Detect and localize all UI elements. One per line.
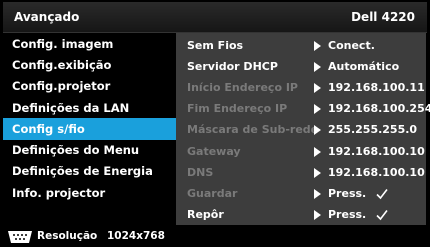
menu-item-definicoes-lan[interactable]: Definições da LAN <box>3 97 176 119</box>
setting-value: 192.168.100.254 <box>328 102 430 115</box>
checkmark-icon <box>376 210 388 221</box>
arrow-right-icon <box>314 189 321 199</box>
arrow-right-icon <box>314 147 321 157</box>
setting-label: Início Endereço IP <box>187 81 298 94</box>
menu-item-definicoes-energia[interactable]: Definições de Energia <box>3 160 176 182</box>
setting-label: Máscara de Sub-rede <box>187 123 319 136</box>
setting-value: 192.168.100.11 <box>328 81 425 94</box>
main-menu: Config. imagem Config.exibição Config.pr… <box>3 33 176 225</box>
setting-value: Automático <box>328 60 400 73</box>
setting-dns: DNS 192.168.100.10 <box>176 162 426 184</box>
setting-label: Gateway <box>187 145 241 158</box>
setting-value: Conect. <box>328 39 375 52</box>
setting-gateway: Gateway 192.168.100.10 <box>176 141 426 163</box>
arrow-right-icon <box>314 41 321 51</box>
menu-item-config-projetor[interactable]: Config.projetor <box>3 75 176 97</box>
setting-value: Press. <box>328 187 367 200</box>
vga-connector-icon <box>8 231 32 243</box>
setting-label: Fim Endereço IP <box>187 102 288 115</box>
projector-osd: Avançado Dell 4220 Config. imagem Config… <box>0 0 430 247</box>
setting-label: Repôr <box>187 208 224 221</box>
arrow-right-icon <box>314 210 321 220</box>
settings-panel: Sem Fios Conect. Servidor DHCP Automátic… <box>176 33 430 226</box>
setting-sem-fios[interactable]: Sem Fios Conect. <box>176 35 426 57</box>
setting-label: DNS <box>187 166 214 179</box>
osd-header: Avançado Dell 4220 <box>3 2 427 33</box>
arrow-right-icon <box>314 125 321 135</box>
menu-item-config-exibicao[interactable]: Config.exibição <box>3 54 176 76</box>
setting-value: 192.168.100.10 <box>328 145 425 158</box>
setting-value: Press. <box>328 208 367 221</box>
resolution-label: Resolução <box>37 230 98 242</box>
arrow-right-icon <box>314 83 321 93</box>
menu-item-config-sfio[interactable]: Config s/fio <box>3 118 176 140</box>
setting-repor[interactable]: Repôr Press. <box>176 204 426 226</box>
resolution-value: 1024x768 <box>107 230 165 242</box>
projector-model: Dell 4220 <box>351 10 415 24</box>
setting-value: 255.255.255.0 <box>328 123 418 136</box>
menu-item-definicoes-menu[interactable]: Definições do Menu <box>3 139 176 161</box>
setting-label: Servidor DHCP <box>187 60 278 73</box>
setting-value: 192.168.100.10 <box>328 166 425 179</box>
setting-inicio-endereco-ip: Início Endereço IP 192.168.100.11 <box>176 77 426 99</box>
arrow-right-icon <box>314 62 321 72</box>
setting-fim-endereco-ip: Fim Endereço IP 192.168.100.254 <box>176 98 430 120</box>
menu-item-config-imagem[interactable]: Config. imagem <box>3 33 176 55</box>
arrow-right-icon <box>314 104 321 114</box>
setting-servidor-dhcp[interactable]: Servidor DHCP Automático <box>176 56 426 78</box>
setting-guardar: Guardar Press. <box>176 183 426 205</box>
checkmark-icon <box>376 189 388 200</box>
setting-label: Guardar <box>187 187 238 200</box>
arrow-right-icon <box>314 168 321 178</box>
osd-title: Avançado <box>14 10 80 24</box>
setting-label: Sem Fios <box>187 39 244 52</box>
setting-mascara-sub-rede: Máscara de Sub-rede 255.255.255.0 <box>176 119 426 141</box>
status-footer: Resolução 1024x768 <box>3 228 427 246</box>
menu-item-info-projector[interactable]: Info. projector <box>3 182 176 204</box>
